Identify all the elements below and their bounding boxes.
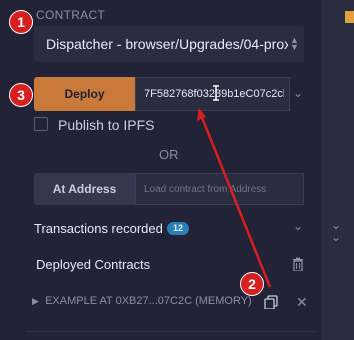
chevron-updown-icon: ▲ ▼	[290, 35, 299, 52]
deployed-contracts-label: Deployed Contracts	[36, 257, 151, 272]
at-address-placeholder: Load contract from Address	[144, 184, 267, 195]
right-sidebar: ⌄ ⌄	[322, 0, 354, 340]
contract-select-value: Dispatcher - browser/Upgrades/04-proxy.s…	[46, 36, 288, 52]
contract-select[interactable]: Dispatcher - browser/Upgrades/04-proxy.s…	[34, 26, 304, 62]
deployed-instance-row[interactable]: ▶ EXAMPLE AT 0XB27...07C2C (MEMORY)	[32, 295, 252, 307]
trash-icon[interactable]	[292, 257, 304, 271]
annotation-badge-1: 1	[9, 10, 33, 34]
chevron-right-icon: ▶	[32, 296, 39, 306]
at-address-input[interactable]: Load contract from Address	[135, 173, 304, 205]
divider	[26, 331, 316, 332]
text-cursor-icon	[213, 85, 219, 101]
close-icon[interactable]: ✕	[296, 294, 308, 311]
deploy-button[interactable]: Deploy	[34, 77, 135, 111]
transactions-chevron-down-icon[interactable]: ⌄	[293, 219, 303, 233]
annotation-badge-3: 3	[9, 83, 33, 107]
transactions-recorded-label[interactable]: Transactions recorded	[34, 221, 163, 236]
copy-icon[interactable]	[264, 295, 278, 309]
annotation-badge-2: 2	[240, 272, 264, 296]
publish-ipfs-checkbox[interactable]	[34, 117, 48, 131]
or-separator: OR	[159, 147, 179, 162]
run-panel: CONTRACT Dispatcher - browser/Upgrades/0…	[0, 0, 322, 340]
chevron-down-icon[interactable]: ⌄	[293, 86, 303, 100]
publish-ipfs-label: Publish to IPFS	[58, 117, 155, 133]
accent-marker	[345, 11, 354, 23]
deployed-instance-label: EXAMPLE AT 0XB27...07C2C (MEMORY)	[45, 295, 252, 307]
double-chevron-down-icon[interactable]: ⌄ ⌄	[331, 219, 341, 243]
at-address-button[interactable]: At Address	[34, 173, 135, 205]
transactions-count-badge: 12	[167, 222, 190, 235]
contract-section-label: CONTRACT	[36, 8, 106, 22]
